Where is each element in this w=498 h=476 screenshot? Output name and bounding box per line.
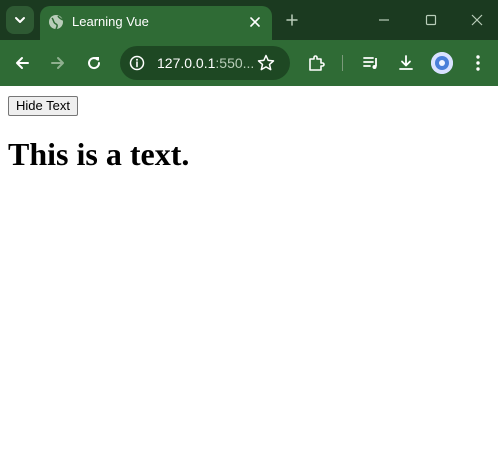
back-icon[interactable] <box>11 52 33 74</box>
extensions-icon[interactable] <box>305 52 327 74</box>
plus-icon[interactable] <box>282 10 302 30</box>
address-url[interactable]: 127.0.0.1:550... <box>157 55 254 71</box>
reload-icon[interactable] <box>83 52 105 74</box>
page-heading: This is a text. <box>8 136 190 172</box>
active-tab[interactable]: Learning Vue <box>40 6 272 40</box>
url-rest: :550... <box>215 55 255 71</box>
address-bar[interactable]: 127.0.0.1:550... <box>120 46 290 80</box>
more-icon[interactable] <box>467 52 489 74</box>
maximize-icon[interactable] <box>421 10 441 30</box>
tab-title: Learning Vue <box>72 14 149 29</box>
globe-icon <box>48 14 64 30</box>
star-icon[interactable] <box>256 53 276 73</box>
tab-search-icon[interactable] <box>6 6 34 34</box>
close-icon[interactable] <box>246 13 264 31</box>
minimize-icon[interactable] <box>374 10 394 30</box>
toolbar: 127.0.0.1:550... <box>0 40 498 86</box>
url-host: 127.0.0.1 <box>157 55 216 71</box>
forward-icon[interactable] <box>47 52 69 74</box>
download-icon[interactable] <box>395 52 417 74</box>
hide-text-button[interactable]: Hide Text <box>8 96 78 116</box>
profile-icon[interactable] <box>431 52 453 74</box>
media-icon[interactable] <box>360 52 382 74</box>
page-content: Hide Text This is a text. <box>0 86 498 476</box>
tab-strip: Learning Vue <box>0 0 498 40</box>
toolbar-divider <box>342 55 343 71</box>
close-window-icon[interactable] <box>467 10 487 30</box>
info-icon[interactable] <box>129 55 145 71</box>
